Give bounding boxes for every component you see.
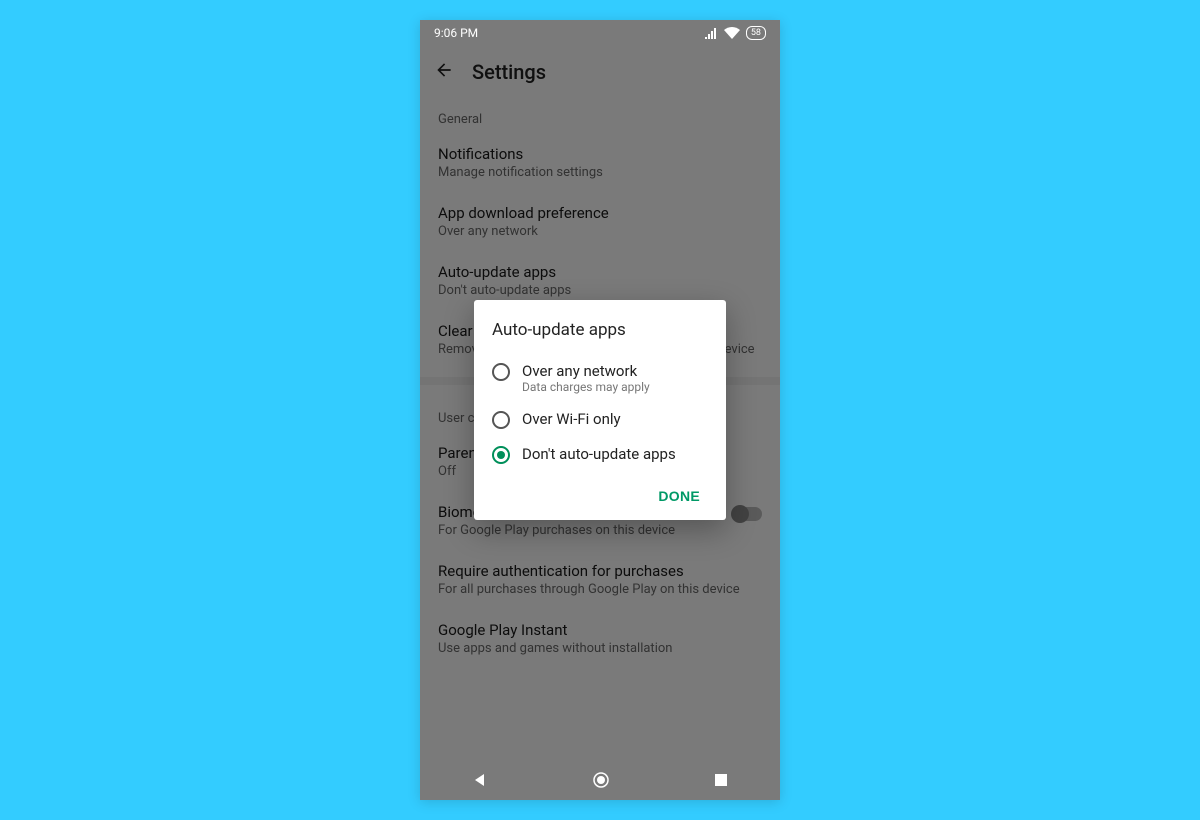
radio-option-any-network[interactable]: Over any network Data charges may apply xyxy=(492,354,708,402)
radio-option-wifi-only[interactable]: Over Wi-Fi only xyxy=(492,402,708,437)
auto-update-dialog: Auto-update apps Over any network Data c… xyxy=(474,300,726,520)
system-nav-bar xyxy=(420,760,780,800)
signal-icon xyxy=(704,27,718,39)
wifi-icon xyxy=(724,27,740,39)
battery-icon: 58 xyxy=(746,26,766,40)
radio-icon xyxy=(492,411,510,429)
phone-frame: 9:06 PM 58 Settings General Notification… xyxy=(420,20,780,800)
radio-icon xyxy=(492,446,510,464)
nav-back-icon[interactable] xyxy=(472,772,488,788)
nav-home-icon[interactable] xyxy=(592,771,610,789)
status-icons: 58 xyxy=(704,26,766,40)
dialog-title: Auto-update apps xyxy=(492,320,708,340)
status-time: 9:06 PM xyxy=(434,26,704,40)
done-button[interactable]: DONE xyxy=(650,482,708,510)
radio-option-dont-update[interactable]: Don't auto-update apps xyxy=(492,437,708,472)
nav-recents-icon[interactable] xyxy=(714,773,728,787)
status-bar: 9:06 PM 58 xyxy=(420,20,780,46)
radio-icon xyxy=(492,363,510,381)
dialog-actions: DONE xyxy=(492,472,708,510)
